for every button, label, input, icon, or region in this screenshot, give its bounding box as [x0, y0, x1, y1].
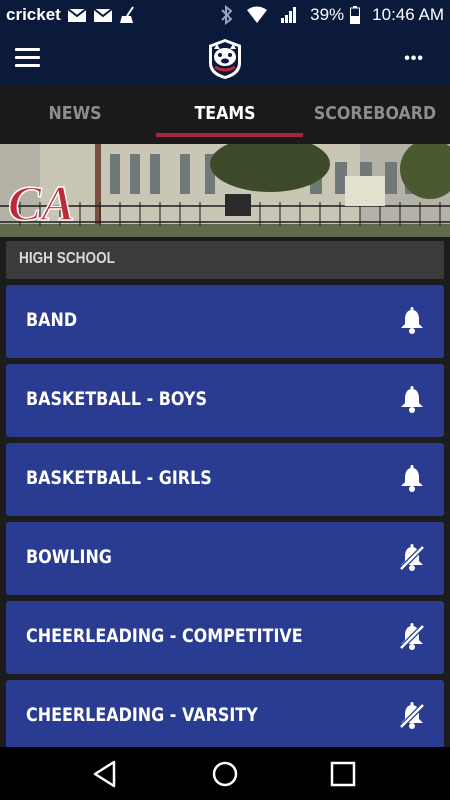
- team-label: BAND: [26, 309, 78, 331]
- team-label: CHEERLEADING - COMPETITIVE: [26, 625, 303, 647]
- bulldog-logo: [203, 37, 247, 81]
- home-icon[interactable]: [210, 759, 240, 789]
- signal-icon: [280, 6, 298, 24]
- team-label: CHEERLEADING - VARSITY: [26, 704, 258, 726]
- ca-logo: CA: [8, 175, 75, 231]
- list-item[interactable]: BASKETBALL - GIRLS: [6, 443, 444, 516]
- bluetooth-icon: [220, 5, 234, 25]
- back-icon[interactable]: [90, 759, 120, 789]
- bell-off-icon[interactable]: [398, 544, 426, 572]
- broom-icon: [119, 6, 139, 24]
- list-item[interactable]: CHEERLEADING - COMPETITIVE: [6, 601, 444, 674]
- team-label: BOWLING: [26, 546, 112, 568]
- battery-percent: 39%: [310, 5, 345, 24]
- wifi-icon: [246, 6, 268, 24]
- mail-icon: [67, 7, 87, 23]
- list-item[interactable]: CHEERLEADING - VARSITY: [6, 680, 444, 753]
- team-list: BAND BASKETBALL - BOYS BASKETBALL - GIRL…: [6, 285, 444, 759]
- clock: 10:46 AM: [372, 5, 444, 24]
- carrier-name: cricket: [6, 5, 61, 24]
- bell-icon[interactable]: [398, 307, 426, 335]
- battery-icon: [350, 6, 361, 24]
- status-bar: cricket 39% 10:46 AM: [0, 0, 450, 30]
- list-item[interactable]: BOWLING: [6, 522, 444, 595]
- tab-news[interactable]: NEWS: [9, 86, 141, 144]
- more-options-icon[interactable]: •••: [404, 50, 424, 68]
- list-item[interactable]: BAND: [6, 285, 444, 358]
- team-label: BASKETBALL - BOYS: [26, 388, 207, 410]
- app-header: •••: [0, 30, 450, 86]
- school-banner-image: CA: [0, 144, 450, 237]
- team-label: BASKETBALL - GIRLS: [26, 467, 212, 489]
- bell-icon[interactable]: [398, 386, 426, 414]
- mail-icon: [93, 7, 113, 23]
- active-tab-indicator: [156, 133, 303, 137]
- tab-scoreboard[interactable]: SCOREBOARD: [309, 86, 441, 144]
- recents-icon[interactable]: [328, 759, 358, 789]
- hamburger-menu-icon[interactable]: [15, 48, 40, 68]
- list-item[interactable]: BASKETBALL - BOYS: [6, 364, 444, 437]
- bell-off-icon[interactable]: [398, 623, 426, 651]
- section-title: HIGH SCHOOL: [19, 250, 115, 267]
- bell-icon[interactable]: [398, 465, 426, 493]
- bell-off-icon[interactable]: [398, 702, 426, 730]
- system-nav-bar: [0, 747, 450, 800]
- section-header: HIGH SCHOOL: [6, 241, 444, 279]
